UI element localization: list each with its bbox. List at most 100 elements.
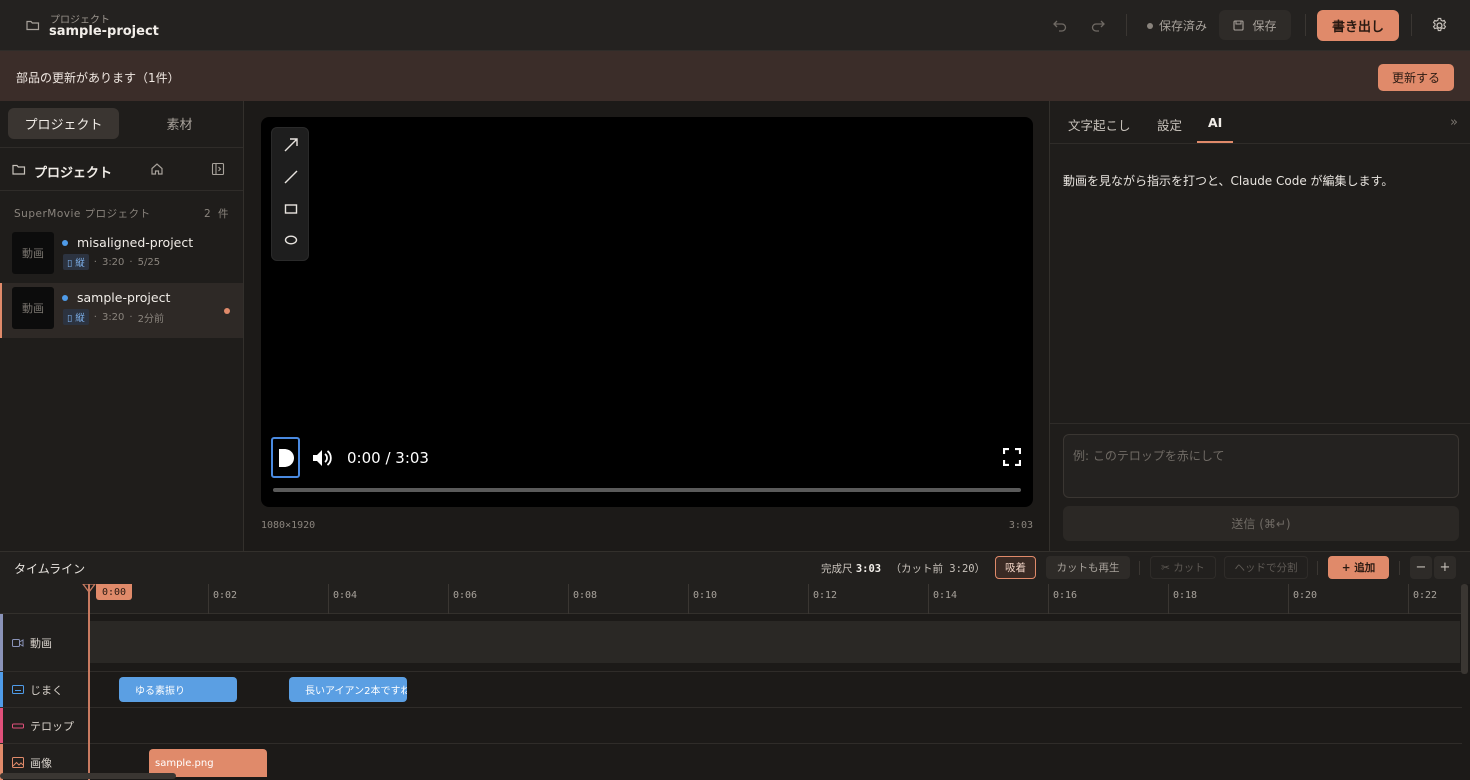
video-player[interactable]: 0:00 / 3:03 — [261, 117, 1033, 507]
play-button[interactable] — [271, 437, 300, 478]
app-header: プロジェクト sample-project 保存済み 保存 書き出し — [0, 0, 1470, 51]
time-display: 0:00 / 3:03 — [347, 449, 429, 467]
project-item[interactable]: 動画 misaligned-project ▯ 縦 · 3:20 · 5/25 — [0, 228, 243, 283]
zoom-out-button[interactable]: − — [1410, 556, 1432, 579]
time-ruler[interactable]: 0:02 0:04 0:06 0:08 0:10 0:12 0:14 0:16 … — [0, 584, 1462, 614]
subtitle-icon — [12, 685, 24, 694]
active-tab-indicator — [1197, 141, 1233, 143]
banner-message: 部品の更新があります（1件） — [16, 71, 180, 85]
section-title: SuperMovie プロジェクト — [14, 208, 151, 220]
undo-icon[interactable] — [1052, 17, 1068, 33]
vertical-scrollbar[interactable] — [1461, 584, 1468, 674]
ruler-tick: 0:02 — [208, 584, 237, 614]
ruler-tick: 0:10 — [688, 584, 717, 614]
panel-toggle-icon[interactable] — [211, 162, 225, 176]
divider — [1126, 14, 1127, 36]
ai-prompt-input[interactable]: 例: このテロップを赤にして — [1063, 434, 1459, 498]
split-at-head-button[interactable]: ヘッドで分割 — [1224, 556, 1308, 579]
resolution-label: 1080×1920 — [261, 520, 316, 531]
horizontal-scrollbar[interactable] — [0, 773, 176, 779]
video-progress-bar[interactable] — [273, 488, 1021, 492]
timeline-toolbar: タイムライン 完成尺 3:03 （カット前 3:20） 吸着 カットも再生 ✂ … — [0, 552, 1470, 584]
tab-assets[interactable]: 素材 — [124, 108, 235, 139]
project-name: sample-project — [77, 290, 171, 305]
orientation-badge: ▯ 縦 — [63, 254, 89, 270]
send-button[interactable]: 送信 (⌘↵) — [1063, 506, 1459, 541]
divider — [1050, 423, 1470, 424]
project-thumbnail: 動画 — [12, 287, 54, 329]
folder-icon[interactable] — [26, 18, 40, 32]
fullscreen-icon[interactable] — [1003, 448, 1021, 466]
track-telop: テロップ — [0, 708, 1462, 744]
add-clip-button[interactable]: + 追加 — [1328, 556, 1389, 579]
timeline: タイムライン 完成尺 3:03 （カット前 3:20） 吸着 カットも再生 ✂ … — [0, 551, 1470, 780]
tab-projects[interactable]: プロジェクト — [8, 108, 119, 139]
status-dot — [62, 295, 68, 301]
orientation-badge: ▯ 縦 — [63, 309, 89, 325]
project-meta: ▯ 縦 · 3:20 · 5/25 — [63, 254, 160, 270]
collapse-panel-icon[interactable]: » — [1450, 115, 1458, 130]
unsaved-dot — [224, 308, 230, 314]
line-tool-icon[interactable] — [282, 168, 300, 186]
ruler-tick: 0:06 — [448, 584, 477, 614]
track-label-subtitles: じまく — [0, 672, 88, 707]
cut-button[interactable]: ✂ カット — [1150, 556, 1216, 579]
input-placeholder: 例: このテロップを赤にして — [1073, 449, 1225, 463]
volume-icon[interactable] — [311, 447, 333, 469]
status-dot — [62, 240, 68, 246]
project-title: sample-project — [49, 24, 159, 39]
project-meta: ▯ 縦 · 3:20 · 2分前 — [63, 309, 164, 325]
timeline-title: タイムライン — [14, 562, 86, 576]
tab-transcript[interactable]: 文字起こし — [1068, 115, 1131, 134]
ruler-tick: 0:22 — [1408, 584, 1437, 614]
zoom-in-button[interactable]: + — [1434, 556, 1456, 579]
snap-toggle[interactable]: 吸着 — [995, 556, 1036, 579]
ruler-tick: 0:12 — [808, 584, 837, 614]
export-button[interactable]: 書き出し — [1317, 10, 1399, 41]
project-name: misaligned-project — [77, 235, 194, 250]
ellipse-tool-icon[interactable] — [282, 231, 300, 249]
section-count: 2 件 — [204, 208, 231, 220]
video-track-lane[interactable] — [88, 621, 1460, 663]
tab-settings[interactable]: 設定 — [1157, 115, 1182, 134]
divider — [1411, 14, 1412, 36]
duration-label: 3:03 — [1008, 520, 1033, 531]
tab-ai[interactable]: AI — [1208, 115, 1222, 130]
update-banner: 部品の更新があります（1件） 更新する — [0, 51, 1470, 101]
home-icon[interactable] — [150, 162, 164, 176]
save-button[interactable]: 保存 — [1219, 10, 1291, 40]
ruler-tick: 0:14 — [928, 584, 957, 614]
right-tabs: 文字起こし 設定 AI » — [1050, 101, 1470, 144]
ai-description: 動画を見ながら指示を打つと、Claude Code が編集します。 — [1063, 174, 1394, 188]
playhead[interactable] — [88, 584, 90, 780]
track-video: 動画 — [0, 614, 1462, 672]
playhead-time[interactable]: 0:00 — [96, 584, 132, 600]
gear-icon[interactable] — [1431, 17, 1448, 34]
image-icon — [12, 757, 24, 768]
divider — [1305, 14, 1306, 36]
divider — [1317, 561, 1318, 575]
video-camera-icon — [12, 638, 24, 647]
projects-heading: プロジェクト — [34, 166, 113, 181]
final-duration: 完成尺 3:03 （カット前 3:20） — [821, 563, 986, 575]
telop-icon — [12, 723, 24, 728]
project-thumbnail: 動画 — [12, 232, 54, 274]
project-item-active[interactable]: 動画 sample-project ▯ 縦 · 3:20 · 2分前 — [0, 283, 243, 338]
arrow-tool-icon[interactable] — [282, 136, 300, 154]
divider — [1139, 561, 1140, 575]
track-label-telop: テロップ — [0, 708, 88, 743]
right-panel: 文字起こし 設定 AI » 動画を見ながら指示を打つと、Claude Code … — [1049, 101, 1470, 551]
play-cuts-toggle[interactable]: カットも再生 — [1046, 556, 1130, 579]
ruler-tick: 0:08 — [568, 584, 597, 614]
track-subtitles: じまく ゆる素振り 長いアイアン2本ですね — [0, 672, 1462, 708]
playhead-handle-icon[interactable] — [82, 584, 96, 594]
redo-icon[interactable] — [1090, 17, 1106, 33]
update-button[interactable]: 更新する — [1378, 64, 1454, 91]
rectangle-tool-icon[interactable] — [282, 200, 300, 218]
subtitle-clip[interactable]: 長いアイアン2本ですね — [289, 677, 407, 702]
ruler-tick: 0:16 — [1048, 584, 1077, 614]
preview-area: 0:00 / 3:03 1080×1920 3:03 — [245, 101, 1049, 551]
track-label-video: 動画 — [0, 614, 88, 671]
divider — [1399, 561, 1400, 575]
subtitle-clip[interactable]: ゆる素振り — [119, 677, 237, 702]
